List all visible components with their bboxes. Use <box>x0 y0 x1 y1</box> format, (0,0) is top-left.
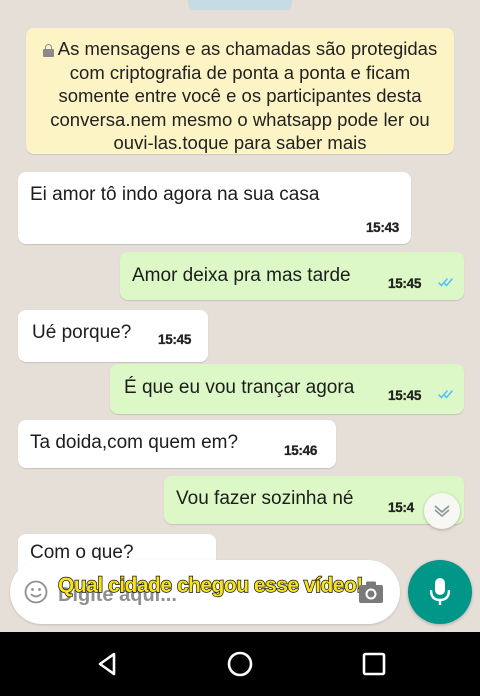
encryption-notice[interactable]: As mensagens e as chamadas são protegida… <box>26 28 454 154</box>
message-text: É que eu vou trançar agora <box>124 377 355 398</box>
message-outgoing[interactable]: É que eu vou trançar agora 15:45 <box>110 364 464 414</box>
message-text: Ei amor tô indo agora na sua casa <box>30 184 320 205</box>
emoji-icon[interactable] <box>24 580 48 604</box>
message-time: 15:45 <box>388 388 422 403</box>
message-time: 15:46 <box>284 443 318 458</box>
mic-button[interactable] <box>408 560 472 624</box>
back-triangle-icon[interactable] <box>94 650 122 678</box>
lock-icon <box>42 44 54 57</box>
message-text: Ué porque? <box>32 322 132 343</box>
video-caption-overlay: Qual cidade chegou esse vídeo! <box>57 573 364 597</box>
double-check-icon <box>438 277 454 287</box>
message-outgoing[interactable]: Amor deixa pra mas tarde 15:45 <box>120 252 464 300</box>
mic-icon <box>429 578 451 605</box>
message-text: Vou fazer sozinha né <box>176 488 354 509</box>
camera-icon[interactable] <box>358 580 384 604</box>
recents-square-icon[interactable] <box>360 650 388 678</box>
message-time: 15:45 <box>388 276 422 291</box>
message-time: 15:45 <box>158 332 192 347</box>
message-text: Ta doida,com quem em? <box>30 432 239 453</box>
message-outgoing[interactable]: Vou fazer sozinha né 15:4 <box>164 476 464 524</box>
message-time: 15:4 <box>388 500 414 515</box>
date-chip <box>188 0 292 10</box>
message-incoming[interactable]: Ei amor tô indo agora na sua casa 15:43 <box>18 172 411 244</box>
home-circle-icon[interactable] <box>226 650 254 678</box>
chat-area[interactable]: As mensagens e as chamadas são protegida… <box>0 0 480 632</box>
message-incoming[interactable]: Ta doida,com quem em? 15:46 <box>18 420 336 468</box>
android-navigation-bar <box>0 632 480 696</box>
encryption-notice-text: As mensagens e as chamadas são protegida… <box>50 38 438 153</box>
message-composer[interactable]: Digite aqui... Qual cidade chegou esse v… <box>10 560 400 624</box>
message-time: 15:43 <box>365 220 400 235</box>
scroll-to-bottom-button[interactable] <box>424 493 460 529</box>
message-incoming[interactable]: Ué porque? 15:45 <box>18 310 208 362</box>
double-check-icon <box>438 389 454 399</box>
message-text: Amor deixa pra mas tarde <box>132 265 351 286</box>
chevron-down-icon <box>434 505 450 518</box>
